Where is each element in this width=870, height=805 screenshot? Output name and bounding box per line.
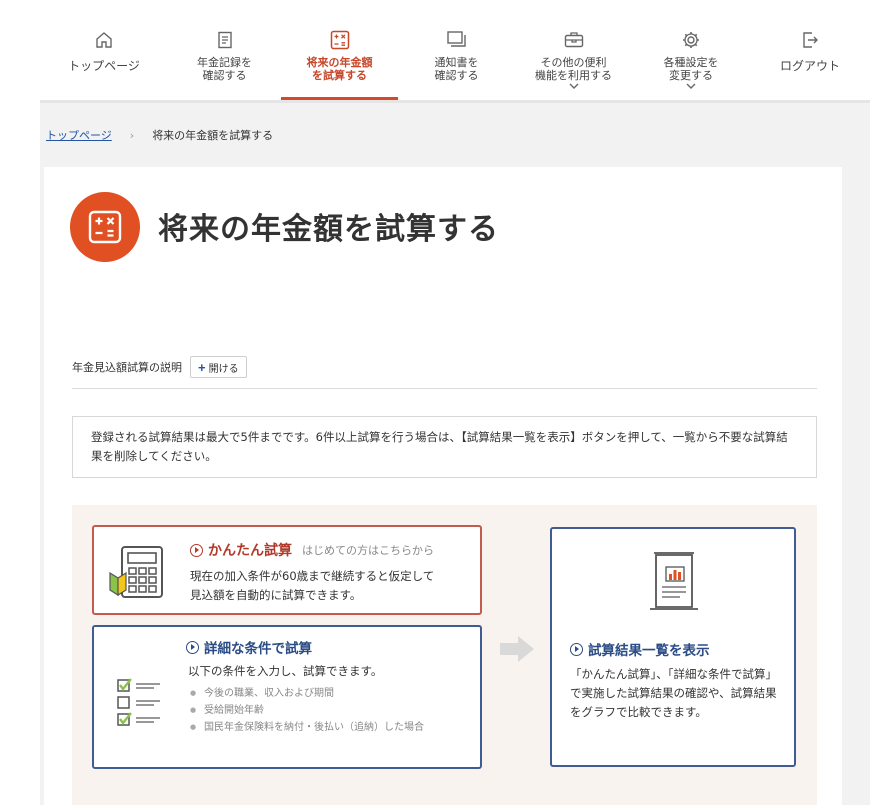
arrow-right-icon xyxy=(498,634,536,668)
simple-estimate-subtitle: はじめての方はこちらから xyxy=(302,544,434,557)
nav-estimate-pension[interactable]: 将来の年金額 を試算する xyxy=(281,0,398,100)
global-nav: トップページ 年金記録を 確認する 将来の年金額 を試算する 通知書を 確認する… xyxy=(40,0,870,100)
detailed-estimate-button[interactable]: 詳細な条件で試算 以下の条件を入力し、試算できます。 今後の職業、収入および期間… xyxy=(92,625,482,769)
show-results-list-button[interactable]: 試算結果一覧を表示 「かんたん試算」、「詳細な条件で試算」で実施した試算結果の確… xyxy=(550,527,796,767)
nav-label: ログアウト xyxy=(779,59,840,73)
calculator-icon xyxy=(70,192,140,262)
simple-estimate-description: 現在の加入条件が60歳まで継続すると仮定して 見込額を自動的に試算できます。 xyxy=(190,567,434,605)
home-icon xyxy=(92,28,116,52)
detailed-estimate-description: 以下の条件を入力し、試算できます。 xyxy=(188,664,383,678)
simple-estimate-button[interactable]: かんたん試算 はじめての方はこちらから 現在の加入条件が60歳まで継続すると仮定… xyxy=(92,525,482,615)
list-item: 今後の職業、収入および期間 xyxy=(190,685,470,702)
nav-top-page[interactable]: トップページ xyxy=(40,0,168,100)
report-chart-icon xyxy=(648,551,704,621)
breadcrumb-current: 将来の年金額を試算する xyxy=(152,129,274,142)
expand-button-label: 開ける xyxy=(208,363,239,375)
checklist-icon xyxy=(116,677,166,731)
plus-icon: + xyxy=(198,359,206,375)
calculator-beginner-icon xyxy=(108,545,178,605)
detailed-estimate-header: 詳細な条件で試算 xyxy=(186,637,312,657)
notice-stack-icon xyxy=(445,28,469,52)
nav-label: トップページ xyxy=(68,59,140,73)
logout-icon xyxy=(798,28,822,52)
nav-label: 各種設定を 変更する xyxy=(663,56,719,82)
chevron-down-icon xyxy=(686,83,696,93)
breadcrumb-home-link[interactable]: トップページ xyxy=(46,127,112,143)
simple-desc-line-2: 見込額を自動的に試算できます。 xyxy=(190,588,362,602)
results-list-title: 試算結果一覧を表示 xyxy=(588,643,710,659)
briefcase-icon xyxy=(562,28,586,52)
play-circle-icon xyxy=(186,640,199,654)
nav-label: 将来の年金額 を試算する xyxy=(306,56,373,82)
list-item: 受給開始年齢 xyxy=(190,702,470,719)
expand-explanation-button[interactable]: + 開ける xyxy=(190,356,247,378)
explanation-row: 年金見込額試算の説明 + 開ける xyxy=(72,356,247,378)
nav-other-functions[interactable]: その他の便利 機能を利用する xyxy=(515,0,632,100)
nav-label: 年金記録を 確認する xyxy=(197,56,252,82)
simple-desc-line-1: 現在の加入条件が60歳まで継続すると仮定して xyxy=(190,569,435,583)
detailed-estimate-title: 詳細な条件で試算 xyxy=(204,641,312,657)
simple-estimate-header: かんたん試算 はじめての方はこちらから xyxy=(190,540,434,560)
nav-pension-records[interactable]: 年金記録を 確認する xyxy=(168,0,281,100)
list-item: 国民年金保険料を納付・後払い（追納）した場合 xyxy=(190,719,470,736)
section-divider xyxy=(72,388,817,389)
document-icon xyxy=(213,28,237,52)
gear-icon xyxy=(679,28,703,52)
play-circle-icon xyxy=(190,543,203,557)
nav-label: その他の便利 機能を利用する xyxy=(535,56,612,82)
nav-settings[interactable]: 各種設定を 変更する xyxy=(632,0,750,100)
breadcrumb-separator: › xyxy=(129,128,135,142)
explanation-label: 年金見込額試算の説明 xyxy=(72,361,182,374)
play-circle-icon xyxy=(570,642,583,656)
nav-label: 通知書を 確認する xyxy=(434,56,479,82)
nav-notices[interactable]: 通知書を 確認する xyxy=(398,0,515,100)
calculator-icon xyxy=(328,28,352,52)
results-list-header: 試算結果一覧を表示 xyxy=(570,639,710,659)
detailed-condition-list: 今後の職業、収入および期間 受給開始年齢 国民年金保険料を納付・後払い（追納）し… xyxy=(190,685,470,736)
page-title: 将来の年金額を試算する xyxy=(158,212,499,247)
nav-logout[interactable]: ログアウト xyxy=(750,0,870,100)
notice-box: 登録される試算結果は最大で5件までです。6件以上試算を行う場合は、【試算結果一覧… xyxy=(72,416,817,478)
results-list-description: 「かんたん試算」、「詳細な条件で試算」で実施した試算結果の確認や、試算結果をグラ… xyxy=(570,667,777,719)
simple-estimate-title: かんたん試算 xyxy=(208,543,292,559)
chevron-down-icon xyxy=(569,83,579,93)
breadcrumb: トップページ › 将来の年金額を試算する xyxy=(46,127,273,143)
